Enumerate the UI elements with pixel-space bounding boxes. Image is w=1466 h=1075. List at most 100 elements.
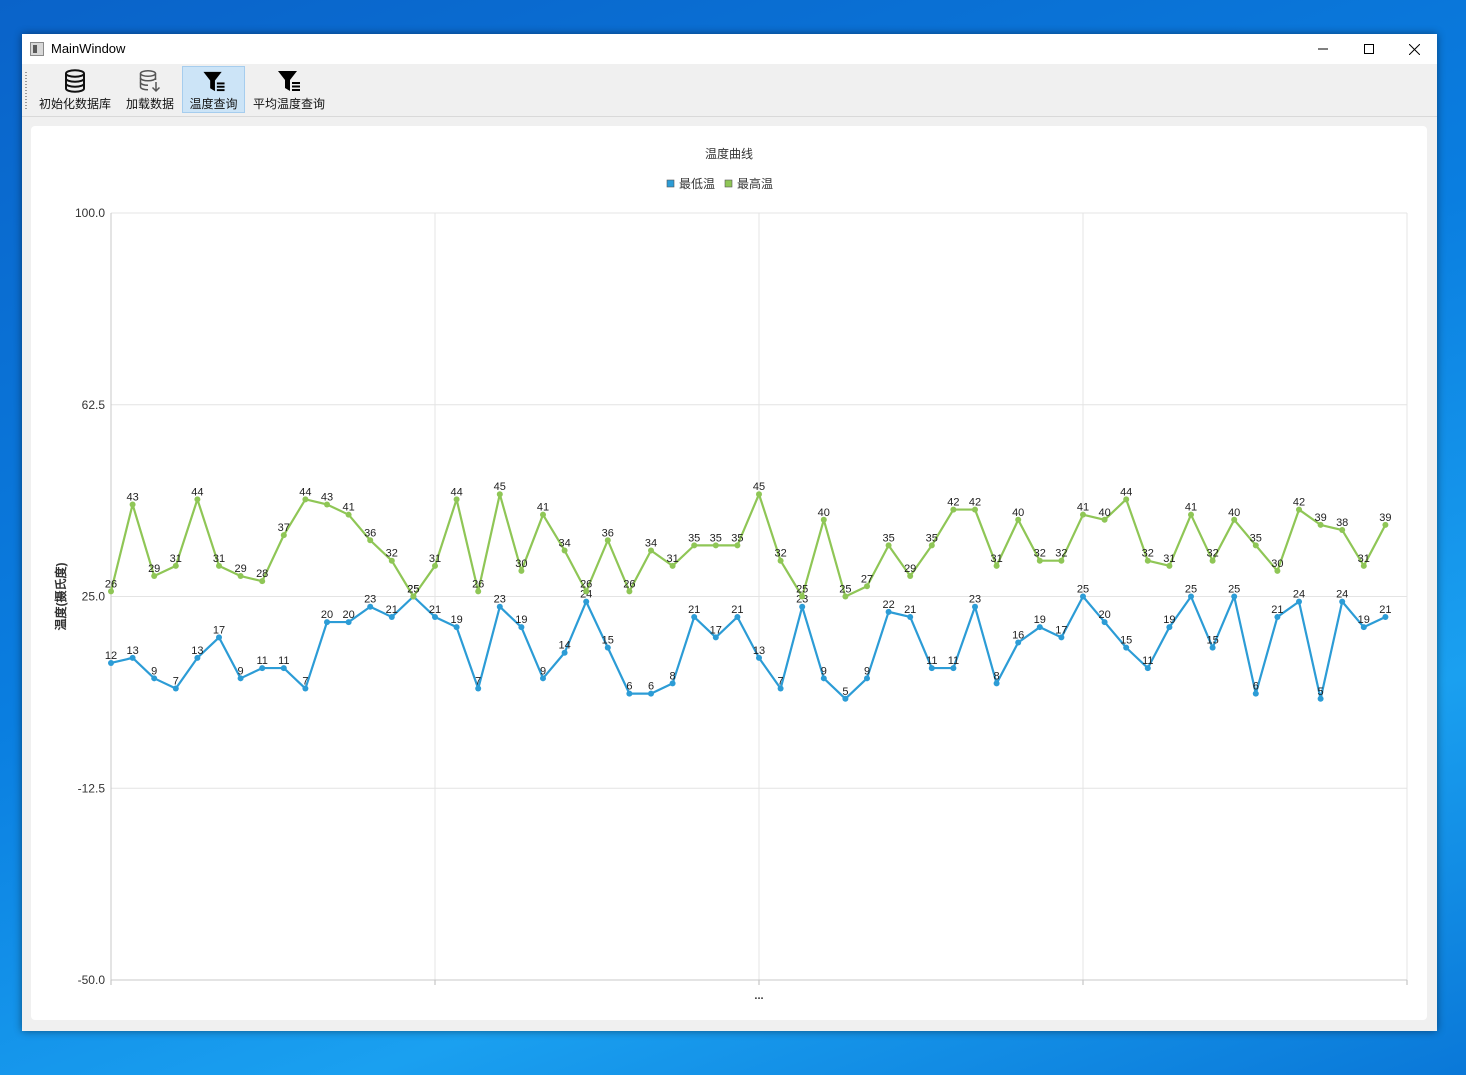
- data-label: 41: [537, 502, 549, 514]
- data-label: 35: [882, 532, 894, 544]
- data-label: 32: [386, 548, 398, 560]
- data-label: 31: [170, 553, 182, 565]
- data-label: 26: [580, 578, 592, 590]
- main-window: MainWindow 初始化数据库 加载数据 温度查询 平均温度查询 100.0…: [22, 34, 1437, 1031]
- data-label: 31: [1163, 553, 1175, 565]
- data-label: 6: [626, 681, 632, 693]
- minimize-icon: [1318, 48, 1328, 50]
- data-label: 5: [1318, 686, 1324, 698]
- data-label: 32: [1055, 548, 1067, 560]
- data-label: 37: [278, 522, 290, 534]
- data-label: 31: [990, 553, 1002, 565]
- data-label: 40: [818, 507, 830, 519]
- data-label: 36: [602, 527, 614, 539]
- load-data-button[interactable]: 加载数据: [122, 66, 178, 113]
- data-label: 25: [796, 584, 808, 596]
- data-label: 23: [494, 594, 506, 606]
- data-label: 6: [1253, 681, 1259, 693]
- init-database-label: 初始化数据库: [38, 97, 111, 111]
- data-label: 29: [234, 563, 246, 575]
- data-label: 45: [753, 481, 765, 493]
- data-label: 20: [321, 609, 333, 621]
- filter-list-icon: [278, 71, 300, 91]
- y-tick-label: 25.0: [82, 590, 106, 604]
- data-label: 21: [731, 604, 743, 616]
- data-label: 20: [342, 609, 354, 621]
- data-label: 19: [1034, 614, 1046, 626]
- data-label: 44: [299, 486, 311, 498]
- filter-icon: [202, 71, 225, 92]
- data-label: 9: [864, 665, 870, 677]
- data-label: 19: [1163, 614, 1175, 626]
- data-label: 26: [472, 578, 484, 590]
- data-label: 40: [1228, 507, 1240, 519]
- minimize-button[interactable]: [1300, 34, 1346, 64]
- data-label: 21: [688, 604, 700, 616]
- data-label: 16: [1012, 630, 1024, 642]
- data-label: 14: [558, 640, 570, 652]
- database-icon: [65, 69, 85, 93]
- data-label: 15: [1206, 635, 1218, 647]
- data-label: 44: [1120, 486, 1132, 498]
- data-label: 20: [1098, 609, 1110, 621]
- data-label: 27: [861, 573, 873, 585]
- data-label: 38: [1336, 517, 1348, 529]
- maximize-button[interactable]: [1346, 34, 1392, 64]
- data-label: 32: [1034, 548, 1046, 560]
- data-label: 7: [778, 676, 784, 688]
- legend-marker: [724, 179, 733, 188]
- data-label: 11: [256, 655, 267, 667]
- data-label: 9: [540, 665, 546, 677]
- data-label: 45: [494, 481, 506, 493]
- data-label: 25: [1185, 584, 1197, 596]
- data-label: 31: [666, 553, 678, 565]
- data-label: 41: [1185, 502, 1197, 514]
- data-label: 17: [1055, 624, 1067, 636]
- data-label: 31: [213, 553, 225, 565]
- data-label: 22: [882, 599, 894, 611]
- data-label: 19: [450, 614, 462, 626]
- data-label: 25: [1228, 584, 1240, 596]
- data-label: 31: [429, 553, 441, 565]
- data-label: 32: [774, 548, 786, 560]
- data-label: 32: [1206, 548, 1218, 560]
- average-temperature-query-button[interactable]: 平均温度查询: [251, 66, 327, 113]
- data-label: 30: [515, 558, 527, 570]
- data-label: 26: [623, 578, 635, 590]
- data-label: 11: [278, 655, 289, 667]
- data-label: 13: [753, 645, 765, 657]
- y-tick-label: 100.0: [75, 206, 105, 220]
- data-label: 9: [151, 665, 157, 677]
- data-label: 15: [602, 635, 614, 647]
- data-label: 9: [238, 665, 244, 677]
- toolbar-grip[interactable]: [25, 72, 27, 110]
- data-label: 43: [321, 491, 333, 503]
- data-label: 25: [1077, 584, 1089, 596]
- data-label: 9: [821, 665, 827, 677]
- y-axis-title: 温度(摄氏度): [53, 563, 68, 631]
- data-label: 11: [948, 655, 959, 667]
- temperature-query-button[interactable]: 温度查询: [182, 66, 245, 113]
- init-database-button[interactable]: 初始化数据库: [36, 66, 114, 113]
- chart-title: 温度曲线: [705, 146, 753, 161]
- data-label: 21: [1379, 604, 1391, 616]
- temperature-chart: 100.0 62.5 25.0 -12.5 -50.0 温度曲线最低温 最高温温度(摄氏度)…: [53, 146, 1408, 1002]
- close-button[interactable]: [1391, 34, 1437, 64]
- data-label: 41: [1077, 502, 1089, 514]
- data-label: 6: [648, 681, 654, 693]
- data-label: 31: [1358, 553, 1370, 565]
- y-tick-label: -12.5: [78, 781, 106, 795]
- data-label: 5: [842, 686, 848, 698]
- data-label: 25: [407, 584, 419, 596]
- x-axis-label: ...: [754, 990, 763, 1002]
- data-label: 28: [256, 568, 268, 580]
- data-label: 35: [1250, 532, 1262, 544]
- data-label: 29: [148, 563, 160, 575]
- data-label: 19: [515, 614, 527, 626]
- data-label: 7: [475, 676, 481, 688]
- data-label: 44: [191, 486, 203, 498]
- title-bar[interactable]: MainWindow: [22, 34, 1437, 64]
- data-label: 19: [1358, 614, 1370, 626]
- data-label: 40: [1098, 507, 1110, 519]
- data-label: 41: [342, 502, 354, 514]
